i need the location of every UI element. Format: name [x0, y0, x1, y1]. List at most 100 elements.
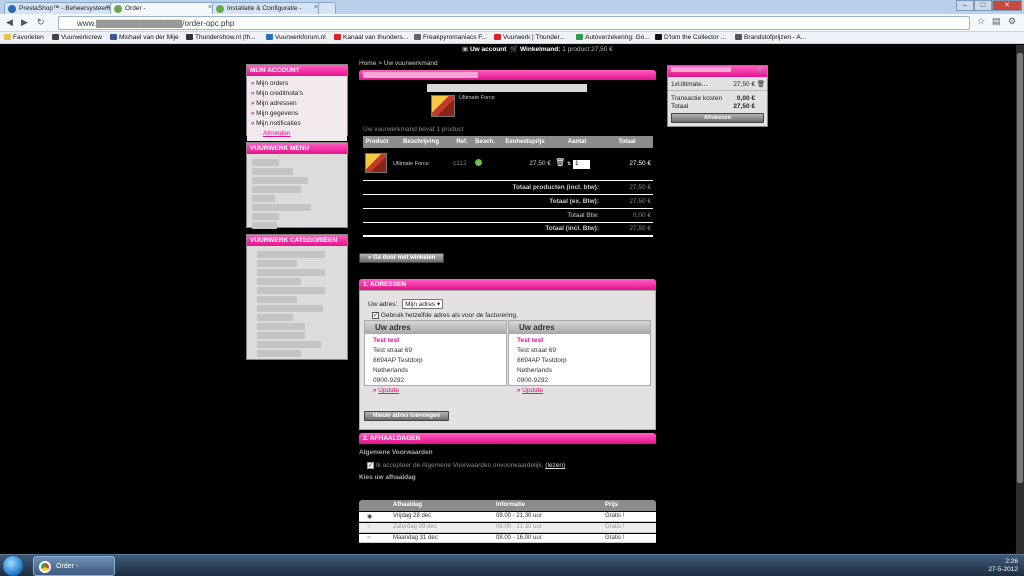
link-label: Mijn creditnota's — [256, 90, 303, 97]
mini-total-label: Totaal — [671, 103, 689, 110]
bookmark-label: Freakpyromaniacs F... — [423, 34, 487, 41]
forward-icon[interactable]: ▶ — [21, 17, 28, 28]
star-icon[interactable]: ☆ — [977, 16, 985, 27]
category-item[interactable] — [257, 269, 325, 276]
url-input[interactable]: www.▇▇▇▇▇▇▇▇▇▇▇▇▇▇/order-opc.php — [58, 16, 970, 30]
wrench-icon[interactable]: ⚙ — [1008, 16, 1016, 27]
terms-read-link[interactable]: (lezen) — [545, 462, 565, 469]
product-thumbnail[interactable] — [365, 152, 387, 173]
radio-icon[interactable]: ○ — [367, 535, 371, 541]
category-item[interactable] — [257, 296, 297, 303]
continue-shopping-button[interactable]: « Ga door met winkelen — [359, 253, 445, 263]
new-tab-button[interactable] — [318, 2, 336, 14]
bookmark-freakpyro[interactable]: Freakpyromaniacs F... — [414, 34, 487, 41]
quantity-arrows-icon[interactable]: ⇅ — [567, 161, 571, 167]
scrollbar-thumb[interactable] — [1017, 53, 1023, 483]
bookmark-favorieten[interactable]: Favorieten — [4, 34, 44, 41]
category-item[interactable] — [257, 305, 323, 312]
terms-checkbox[interactable]: ✓ — [367, 462, 374, 469]
category-item[interactable] — [257, 332, 305, 339]
my-addresses-link[interactable]: » Mijn adressen — [251, 99, 343, 109]
update-link[interactable]: » Update — [373, 386, 498, 396]
tab-installatie[interactable]: Installatie & Configuratie - × — [212, 2, 322, 14]
address-phone: 0900-9292 — [373, 377, 405, 384]
mini-cart-item-name[interactable]: 1xUltimate... — [671, 81, 707, 88]
tab-label: PrestaShop™ - Beheersysteem — [19, 5, 111, 12]
table-row[interactable]: ○ Zaterdag 29 dec 08.00 - 21.30 uur Grat… — [359, 523, 656, 533]
maximize-icon[interactable]: □ — [974, 0, 992, 11]
category-item[interactable] — [257, 323, 305, 330]
vuurwerk-menu-block: VUURWERK MENU — [246, 142, 348, 229]
bookmark-kanaal[interactable]: Kanaal van thunders... — [334, 34, 408, 41]
table-row[interactable]: ○ Maandag 31 dec 08.00 - 16.00 uur Grati… — [359, 534, 656, 543]
terms-title: Algemene Voorwaarden — [359, 449, 433, 456]
reload-icon[interactable]: ↻ — [37, 17, 45, 28]
address-street: Test straat 69 — [373, 347, 413, 354]
close-window-icon[interactable]: ✕ — [992, 0, 1022, 11]
address-city: 8694AP Testdorp — [517, 357, 567, 364]
table-row[interactable]: ◉ Vrijdag 28 dec 08.00 - 21.30 uur Grati… — [359, 512, 656, 522]
cart-link[interactable]: Winkelmand: — [520, 46, 560, 53]
quantity-input[interactable]: 1 — [572, 160, 590, 170]
tab-order[interactable]: Order - × — [110, 2, 216, 14]
category-item[interactable] — [257, 287, 325, 294]
menu-item[interactable] — [252, 195, 275, 202]
product-ref: c112 — [453, 160, 467, 168]
breadcrumb-home[interactable]: Home — [359, 60, 376, 67]
chrome-icon — [39, 561, 51, 573]
menu-item[interactable] — [252, 213, 279, 220]
menu-item[interactable] — [252, 177, 308, 184]
radio-selected-icon[interactable]: ◉ — [367, 513, 372, 520]
logout-link[interactable]: Afmelden — [251, 129, 343, 138]
bookmark-vuurwerk-thunder[interactable]: Vuurwerk | Thunder... — [494, 34, 565, 41]
clock-time[interactable]: 2:26 — [988, 558, 1018, 566]
category-item[interactable] — [257, 278, 301, 285]
tab-prestashop[interactable]: PrestaShop™ - Beheersysteem × — [4, 2, 114, 14]
page-menu-icon[interactable]: ▤ — [992, 16, 1001, 27]
globe-icon — [266, 34, 273, 40]
back-icon[interactable]: ◀ — [6, 17, 13, 28]
category-item[interactable] — [257, 251, 325, 258]
menu-item[interactable] — [252, 159, 279, 166]
clock-date[interactable]: 27-5-2012 — [988, 566, 1018, 574]
bookmark-brandstof[interactable]: Brandstofprijzen - A... — [735, 34, 806, 41]
my-creditnotes-link[interactable]: » Mijn creditnota's — [251, 89, 343, 99]
delivery-day: Zaterdag 29 dec — [393, 524, 437, 530]
remove-item-icon[interactable]: 🗑 — [757, 80, 765, 88]
menu-item[interactable] — [252, 168, 293, 175]
product-description[interactable]: Ultimate Force — [391, 148, 451, 180]
category-item[interactable] — [257, 260, 297, 267]
minimize-icon[interactable]: – — [956, 0, 974, 11]
account-link[interactable]: Uw account — [470, 46, 506, 53]
taskbar-chrome-window[interactable]: Order - — [33, 556, 115, 576]
bookmark-thundershow[interactable]: Thundershow.nl (th... — [186, 34, 256, 41]
cart-icon[interactable]: 🛒 — [757, 66, 764, 77]
my-details-link[interactable]: » Mijn gegevens — [251, 109, 343, 119]
bookmark-autoverzekering[interactable]: Autoverzekering: Go... — [576, 34, 650, 41]
delete-icon[interactable]: 🗑 — [555, 158, 565, 167]
menu-item[interactable] — [252, 186, 301, 193]
my-orders-link[interactable]: » Mijn orders — [251, 79, 343, 89]
add-address-wrap: Nieuw adres toevoegen — [364, 411, 450, 421]
category-item[interactable] — [257, 341, 321, 348]
address-name: Test test — [373, 337, 400, 344]
menu-item[interactable] — [252, 204, 312, 211]
address-select[interactable]: Mijn adres ▾ — [402, 299, 444, 309]
page-scrollbar[interactable] — [1016, 45, 1024, 554]
bookmark-label: D'lom the Collector ... — [664, 34, 726, 41]
category-item[interactable] — [257, 350, 301, 357]
start-button[interactable] — [3, 556, 23, 576]
same-invoice-checkbox[interactable]: ✓ — [372, 312, 379, 319]
category-item[interactable] — [257, 314, 293, 321]
update-link[interactable]: » Update — [517, 386, 642, 396]
bookmark-vuurwerkcrew[interactable]: Vuurwerkcrew — [52, 34, 102, 41]
my-notifications-link[interactable]: » Mijn notificaties — [251, 119, 343, 129]
bookmark-vuurwerkforum[interactable]: Vuurwerkforum.nl — [266, 34, 326, 41]
menu-item[interactable] — [252, 222, 278, 229]
bookmark-dlom[interactable]: D'lom the Collector ... — [655, 34, 726, 41]
checkout-button[interactable]: Afrekenen — [671, 113, 764, 123]
address-phone: 0900-9292 — [517, 377, 549, 384]
radio-icon[interactable]: ○ — [367, 524, 371, 530]
bookmark-michael[interactable]: Michael van der Mije — [110, 34, 179, 41]
add-address-button[interactable]: Nieuw adres toevoegen — [364, 411, 450, 421]
